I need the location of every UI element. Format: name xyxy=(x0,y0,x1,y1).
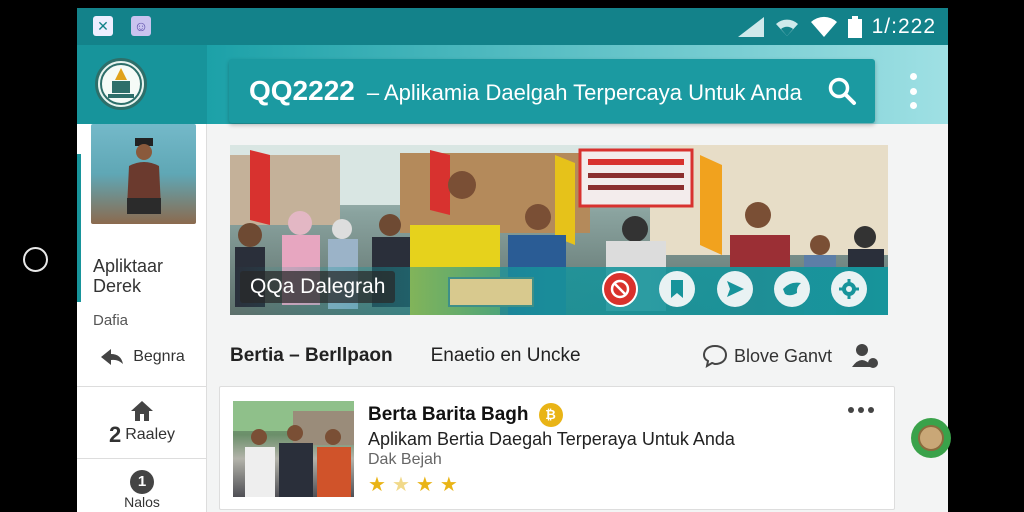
star-icon: ★ xyxy=(391,474,410,496)
info-icon: 1 xyxy=(130,470,154,494)
clock: 1/:222 xyxy=(871,15,936,38)
share-icon xyxy=(101,349,124,365)
search-icon[interactable] xyxy=(827,76,857,106)
sidebar-item-prefix: 1 xyxy=(137,473,147,490)
user-settings-icon[interactable] xyxy=(850,341,880,371)
profile-photo[interactable] xyxy=(91,124,196,224)
app-bar: QQ2222 – Aplikamia Daelgah Terpercaya Unt… xyxy=(77,45,948,124)
logo-emblem-icon xyxy=(100,63,142,105)
section-tabs: Bertia – Berllpaon Enaetio en Uncke Blov… xyxy=(230,338,910,374)
app-logo[interactable] xyxy=(95,58,147,110)
banner-badge xyxy=(448,277,534,307)
block-icon[interactable] xyxy=(602,271,638,307)
home-icon xyxy=(131,401,153,421)
sidebar-divider xyxy=(77,458,207,459)
rating-stars: ★ ★ ★ ★ xyxy=(368,475,458,495)
tab-bertia[interactable]: Bertia – Berllpaon xyxy=(230,345,393,367)
screen: ✕ ☺ 1/:222 QQ2222 – Aplikamia Daelgah Te… xyxy=(0,0,1024,512)
sidebar-item-prefix: 2 xyxy=(108,422,122,447)
sidebar-item-label: Begnra xyxy=(133,348,185,365)
x-box-icon: ✕ xyxy=(93,16,113,36)
tab-blove[interactable]: Blove Ganvt xyxy=(702,344,832,368)
more-vert-icon[interactable] xyxy=(903,73,923,109)
sidebar: Apliktaar Derek Dafia Begnra 2 Raaley 1 … xyxy=(77,124,207,512)
app-title-brand: QQ2222 xyxy=(249,75,355,106)
card-title: Berta Barita Bagh ₿ xyxy=(368,403,563,427)
home-nav-circle-icon[interactable] xyxy=(23,247,48,272)
status-bar: ✕ ☺ 1/:222 xyxy=(77,8,948,45)
app-title: QQ2222 – Aplikamia Daelgah Terpercaya Unt… xyxy=(249,59,802,123)
wifi-alt-icon xyxy=(810,16,837,37)
app-bar-logo-area xyxy=(77,45,207,124)
bird-icon[interactable] xyxy=(774,271,810,307)
sidebar-item-label: Raaley xyxy=(125,426,176,443)
sidebar-divider xyxy=(77,386,207,387)
floating-avatar-button[interactable] xyxy=(911,418,951,458)
card-subtitle: Dak Bejah xyxy=(368,451,442,468)
search-bar[interactable]: QQ2222 – Aplikamia Daelgah Terpercaya Unt… xyxy=(229,59,875,123)
tab-enaetio[interactable]: Enaetio en Uncke xyxy=(431,345,581,367)
hero-banner[interactable]: QQa Dalegrah xyxy=(230,145,888,315)
gear-icon[interactable] xyxy=(831,271,867,307)
bookmark-icon[interactable] xyxy=(659,271,695,307)
battery-icon xyxy=(847,16,862,38)
card-description: Aplikam Bertia Daegah Terperaya Untuk An… xyxy=(368,429,735,449)
signal-icon xyxy=(737,17,764,37)
sidebar-title: Apliktaar Derek xyxy=(93,256,163,296)
coin-icon: ₿ xyxy=(538,403,563,427)
sidebar-active-indicator xyxy=(77,154,81,302)
sidebar-item-raaley[interactable]: 2 Raaley xyxy=(77,400,207,448)
card-thumbnail xyxy=(233,401,354,497)
sidebar-item-begnra[interactable]: Begnra xyxy=(77,346,207,368)
wifi-icon xyxy=(775,19,798,36)
star-icon: ★ xyxy=(415,474,434,496)
news-card[interactable]: Berta Barita Bagh ₿ Aplikam Bertia Daega… xyxy=(219,386,895,510)
banner-caption: QQa Dalegrah xyxy=(240,271,396,303)
sidebar-title-line1: Apliktaar xyxy=(93,256,164,276)
card-title-text: Berta Barita Bagh xyxy=(368,404,529,425)
more-horiz-icon[interactable] xyxy=(848,407,874,413)
card-thumbnail-photo xyxy=(233,401,354,497)
sidebar-item-label: Nalos xyxy=(124,494,160,510)
sidebar-subtitle: Dafia xyxy=(93,312,129,329)
chat-bubble-icon xyxy=(702,344,728,368)
app-title-tagline: – Aplikamia Daelgah Terpercaya Untuk And… xyxy=(366,80,802,105)
sidebar-item-nalos[interactable]: 1 Nalos xyxy=(77,470,207,510)
device-screen: ✕ ☺ 1/:222 QQ2222 – Aplikamia Daelgah Te… xyxy=(77,8,948,512)
avatar-icon xyxy=(918,425,944,451)
tab-blove-label: Blove Ganvt xyxy=(734,345,833,366)
person-badge-icon: ☺ xyxy=(131,16,151,36)
star-icon: ★ xyxy=(368,474,386,496)
star-icon: ★ xyxy=(439,474,458,496)
send-icon[interactable] xyxy=(717,271,753,307)
sidebar-title-line2: Derek xyxy=(93,276,142,296)
person-figure xyxy=(127,138,161,214)
